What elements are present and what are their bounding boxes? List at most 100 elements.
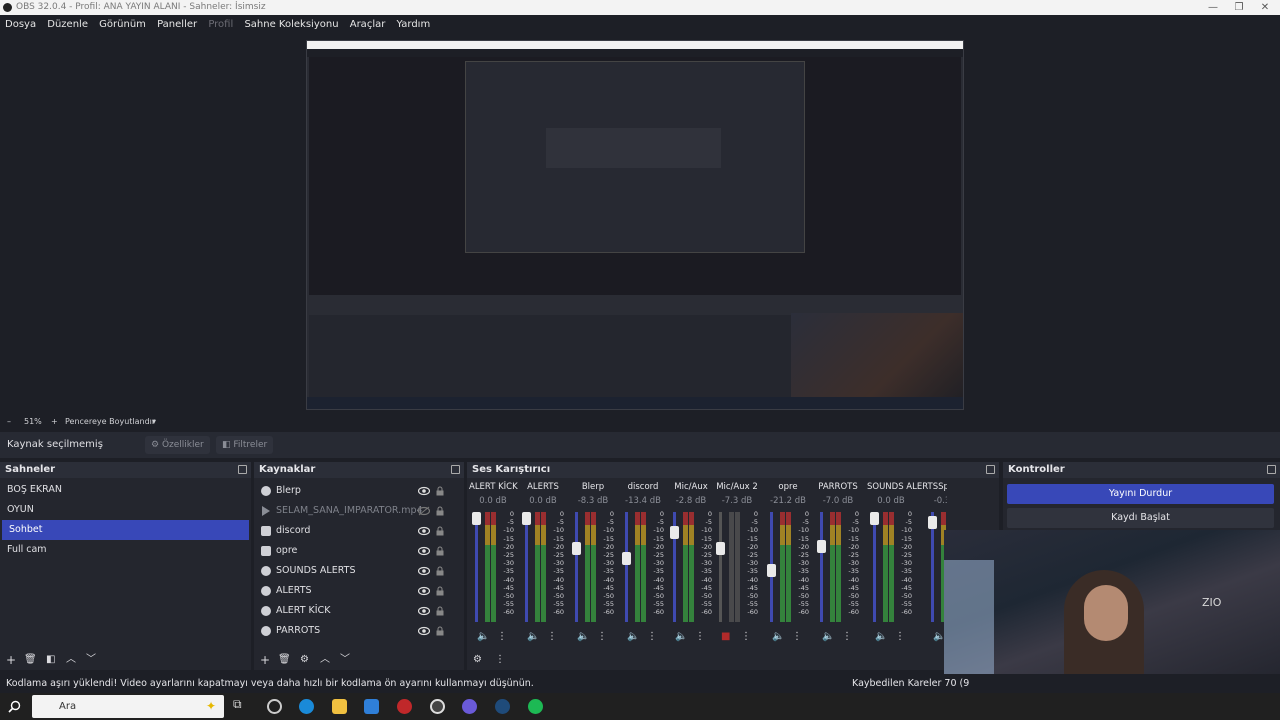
menu-view[interactable]: Görünüm	[94, 15, 149, 34]
source-item[interactable]: Blerp	[254, 481, 464, 501]
undock-icon[interactable]	[238, 465, 247, 474]
move-down-icon[interactable]: ﹀	[86, 650, 96, 670]
undock-icon[interactable]	[986, 465, 995, 474]
taskbar-search-box[interactable]: Ara ✦	[32, 695, 224, 718]
scene-item[interactable]: OYUN	[0, 500, 251, 520]
source-item[interactable]: opre	[254, 541, 464, 561]
menu-edit[interactable]: Düzenle	[42, 15, 91, 34]
speaker-icon[interactable]: 🔈	[875, 631, 887, 642]
preview-area[interactable]	[0, 34, 1280, 415]
eye-hidden-icon[interactable]	[418, 506, 430, 516]
discord-icon[interactable]	[462, 699, 477, 714]
scene-item[interactable]: Full cam	[0, 540, 251, 560]
scene-item-selected[interactable]: Sohbet	[2, 520, 249, 540]
minimize-icon[interactable]: —	[1200, 0, 1226, 15]
volume-fader[interactable]	[719, 512, 722, 622]
steam-icon[interactable]	[495, 699, 510, 714]
menu-docks[interactable]: Paneller	[152, 15, 200, 34]
fader-handle[interactable]	[716, 542, 725, 555]
menu-help[interactable]: Yardım	[392, 15, 434, 34]
source-item[interactable]: ALERT KİCK	[254, 601, 464, 621]
filters-button[interactable]: ◧ Filtreler	[216, 436, 274, 454]
channel-menu-icon[interactable]: ⋮	[895, 631, 905, 642]
opera-icon[interactable]	[397, 699, 412, 714]
lock-icon[interactable]	[435, 526, 445, 536]
move-up-icon[interactable]: ︿	[320, 650, 330, 670]
channel-menu-icon[interactable]: ⋮	[741, 631, 751, 642]
eye-icon[interactable]	[418, 626, 430, 636]
muted-speaker-icon[interactable]: ■	[721, 631, 730, 642]
trash-icon[interactable]: 🗑	[24, 650, 37, 670]
spotify-icon[interactable]	[528, 699, 543, 714]
edge-icon[interactable]	[299, 699, 314, 714]
channel-menu-icon[interactable]: ⋮	[597, 631, 607, 642]
volume-fader[interactable]	[625, 512, 628, 622]
lock-icon[interactable]	[435, 586, 445, 596]
add-icon[interactable]: +	[6, 650, 16, 670]
undock-icon[interactable]	[1267, 465, 1276, 474]
menu-profile[interactable]: Profil	[203, 15, 236, 34]
chevron-down-icon[interactable]: ▾	[152, 415, 156, 429]
undock-icon[interactable]	[451, 465, 460, 474]
scene-filters-icon[interactable]: ◧	[46, 650, 55, 670]
source-item[interactable]: SELAM_SANA_IMPARATOR.mp4	[254, 501, 464, 521]
speaker-icon[interactable]: 🔈	[822, 631, 834, 642]
channel-menu-icon[interactable]: ⋮	[497, 631, 507, 642]
scene-item[interactable]: BOŞ EKRAN	[0, 480, 251, 500]
task-view-icon[interactable]: ⧉	[233, 697, 248, 712]
fader-handle[interactable]	[522, 512, 531, 525]
menu-tools[interactable]: Araçlar	[345, 15, 389, 34]
widgets-icon[interactable]	[267, 699, 282, 714]
fader-handle[interactable]	[572, 542, 581, 555]
volume-fader[interactable]	[475, 512, 478, 622]
more-options-icon[interactable]: ⋮	[495, 650, 505, 670]
eye-icon[interactable]	[418, 566, 430, 576]
menu-scene-collection[interactable]: Sahne Koleksiyonu	[239, 15, 341, 34]
volume-fader[interactable]	[575, 512, 578, 622]
fader-handle[interactable]	[472, 512, 481, 525]
lock-icon[interactable]	[435, 546, 445, 556]
zoom-out-button[interactable]: –	[7, 415, 11, 429]
close-icon[interactable]: ✕	[1252, 0, 1278, 15]
speaker-icon[interactable]: 🔈	[527, 631, 539, 642]
gear-icon[interactable]: ⚙	[300, 650, 309, 670]
volume-fader[interactable]	[873, 512, 876, 622]
source-item[interactable]: ALERTS	[254, 581, 464, 601]
channel-menu-icon[interactable]: ⋮	[842, 631, 852, 642]
channel-menu-icon[interactable]: ⋮	[695, 631, 705, 642]
zoom-in-button[interactable]: +	[51, 415, 58, 429]
properties-button[interactable]: ⚙ Özellikler	[145, 436, 210, 454]
speaker-icon[interactable]: 🔈	[772, 631, 784, 642]
source-item[interactable]: SOUNDS ALERTS	[254, 561, 464, 581]
lock-icon[interactable]	[435, 606, 445, 616]
lock-icon[interactable]	[435, 486, 445, 496]
obs-taskbar-icon[interactable]	[430, 699, 445, 714]
eye-icon[interactable]	[418, 586, 430, 596]
restore-icon[interactable]: ❐	[1226, 0, 1252, 15]
fader-handle[interactable]	[670, 526, 679, 539]
lock-icon[interactable]	[435, 626, 445, 636]
channel-menu-icon[interactable]: ⋮	[792, 631, 802, 642]
mail-icon[interactable]	[364, 699, 379, 714]
search-icon[interactable]	[8, 700, 21, 713]
trash-icon[interactable]: 🗑	[278, 650, 291, 670]
eye-icon[interactable]	[418, 486, 430, 496]
lock-icon[interactable]	[435, 566, 445, 576]
stop-streaming-button[interactable]: Yayını Durdur	[1007, 484, 1274, 504]
speaker-icon[interactable]: 🔈	[675, 631, 687, 642]
channel-menu-icon[interactable]: ⋮	[547, 631, 557, 642]
eye-icon[interactable]	[418, 546, 430, 556]
eye-icon[interactable]	[418, 526, 430, 536]
speaker-icon[interactable]: 🔈	[477, 631, 489, 642]
fader-handle[interactable]	[767, 564, 776, 577]
move-up-icon[interactable]: ︿	[66, 650, 76, 670]
speaker-icon[interactable]: 🔈	[627, 631, 639, 642]
mixer-settings-icon[interactable]: ⚙	[473, 650, 482, 670]
fader-handle[interactable]	[870, 512, 879, 525]
source-item[interactable]: discord	[254, 521, 464, 541]
fader-handle[interactable]	[817, 540, 826, 553]
zoom-mode[interactable]: Pencereye Boyutlandır	[65, 415, 155, 429]
channel-menu-icon[interactable]: ⋮	[647, 631, 657, 642]
fader-handle[interactable]	[622, 552, 631, 565]
volume-fader[interactable]	[525, 512, 528, 622]
